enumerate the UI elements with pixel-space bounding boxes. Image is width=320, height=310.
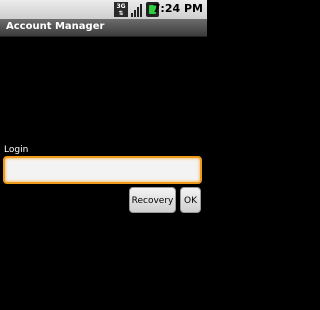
- network-arrows-icon: ⇅: [118, 10, 124, 17]
- time-value: 7:24: [152, 2, 181, 15]
- time-suffix: PM: [183, 2, 203, 15]
- title-bar: Account Manager: [0, 19, 207, 37]
- ok-button[interactable]: OK: [180, 187, 201, 213]
- recovery-button[interactable]: Recovery: [129, 187, 176, 213]
- login-field-container[interactable]: [3, 156, 202, 184]
- app-title: Account Manager: [6, 21, 105, 32]
- signal-strength-icon: [130, 2, 144, 17]
- status-time: 7:24 PM: [153, 2, 203, 15]
- network-3g-icon: 3G ⇅: [114, 2, 128, 17]
- login-input[interactable]: [5, 158, 200, 182]
- network-label: 3G: [116, 3, 126, 10]
- login-label: Login: [4, 145, 29, 155]
- status-bar: 3G ⇅ 7:24 PM: [0, 0, 207, 19]
